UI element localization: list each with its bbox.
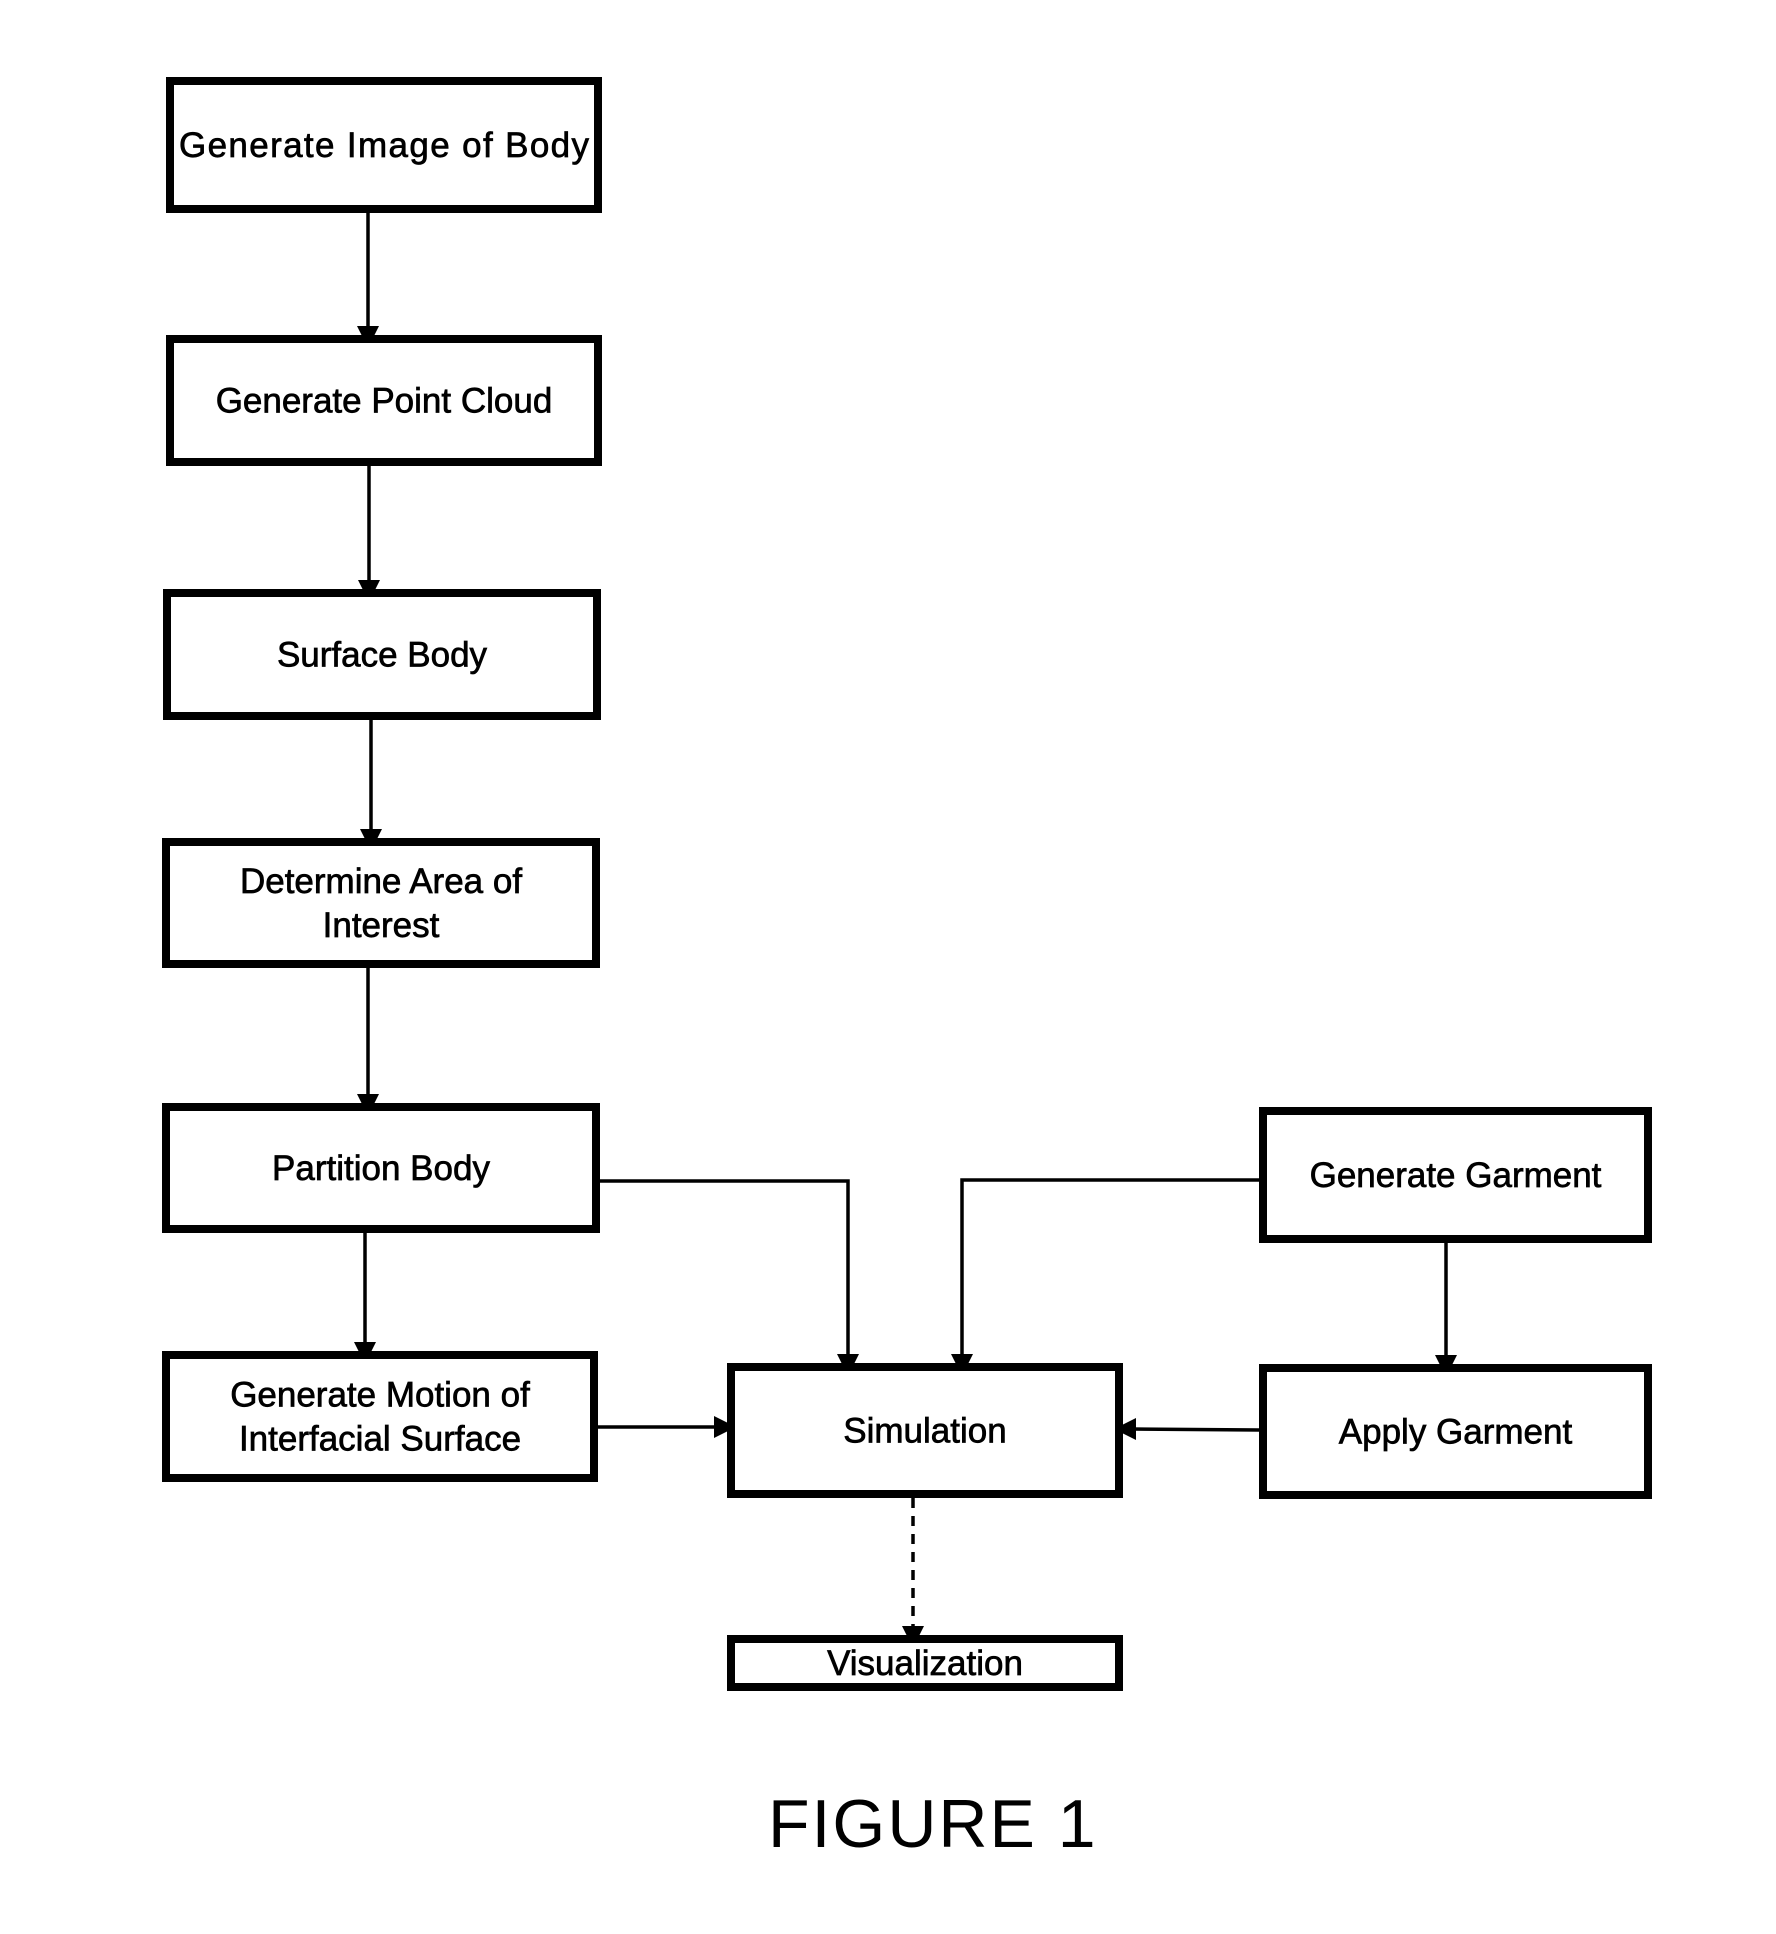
- edge-partition-to-simulation: [600, 1179, 859, 1376]
- node-point-cloud: Generate Point Cloud: [166, 335, 602, 466]
- node-label: Apply Garment: [1339, 1413, 1573, 1452]
- node-gen-image: Generate Image of Body: [166, 77, 602, 213]
- node-visualization: Visualization: [727, 1635, 1123, 1691]
- node-box: [162, 1351, 598, 1482]
- edge-simulation-to-visualization: [902, 1498, 924, 1648]
- edge-area-interest-to-partition: [357, 968, 379, 1116]
- node-label: Determine Area of: [240, 862, 522, 901]
- connector-line: [1131, 1427, 1260, 1432]
- figure-caption: FIGURE 1: [768, 1786, 1098, 1862]
- connector-line: [600, 1179, 850, 1358]
- node-label: Surface Body: [277, 636, 488, 675]
- node-label: Generate Motion of: [230, 1376, 530, 1415]
- connector-line: [960, 1178, 1259, 1358]
- edge-surface-body-to-area-interest: [360, 720, 382, 851]
- edge-gen-garment-to-simulation: [951, 1178, 1259, 1376]
- node-label: Generate Point Cloud: [216, 382, 553, 421]
- node-apply-garment: Apply Garment: [1259, 1364, 1652, 1499]
- node-gen-garment: Generate Garment: [1259, 1107, 1652, 1243]
- node-label: Simulation: [843, 1412, 1006, 1451]
- node-area-interest: Determine Area of Interest: [162, 838, 600, 968]
- flowchart-canvas: Generate Image of Body Generate Point Clo…: [162, 77, 1652, 1862]
- edge-motion-to-simulation: [598, 1416, 736, 1438]
- node-motion: Generate Motion of Interfacial Surface: [162, 1351, 598, 1482]
- node-label: Generate Garment: [1310, 1156, 1602, 1195]
- node-box: [162, 838, 600, 968]
- node-partition: Partition Body: [162, 1103, 600, 1233]
- node-simulation: Simulation: [727, 1363, 1123, 1498]
- node-label: Visualization: [827, 1644, 1023, 1683]
- edge-apply-garment-to-simulation: [1114, 1418, 1260, 1440]
- node-label: Interest: [323, 906, 440, 945]
- edge-gen-image-to-point-cloud: [357, 213, 379, 348]
- edge-partition-to-motion: [354, 1233, 376, 1364]
- node-label: Interfacial Surface: [239, 1420, 521, 1459]
- node-surface-body: Surface Body: [163, 589, 601, 720]
- node-label: Partition Body: [272, 1149, 490, 1188]
- edge-point-cloud-to-surface-body: [358, 466, 380, 602]
- nodes-layer: Generate Image of Body Generate Point Clo…: [162, 77, 1652, 1691]
- edge-gen-garment-to-apply-garment: [1435, 1243, 1457, 1377]
- node-label: Generate Image of Body: [179, 126, 590, 165]
